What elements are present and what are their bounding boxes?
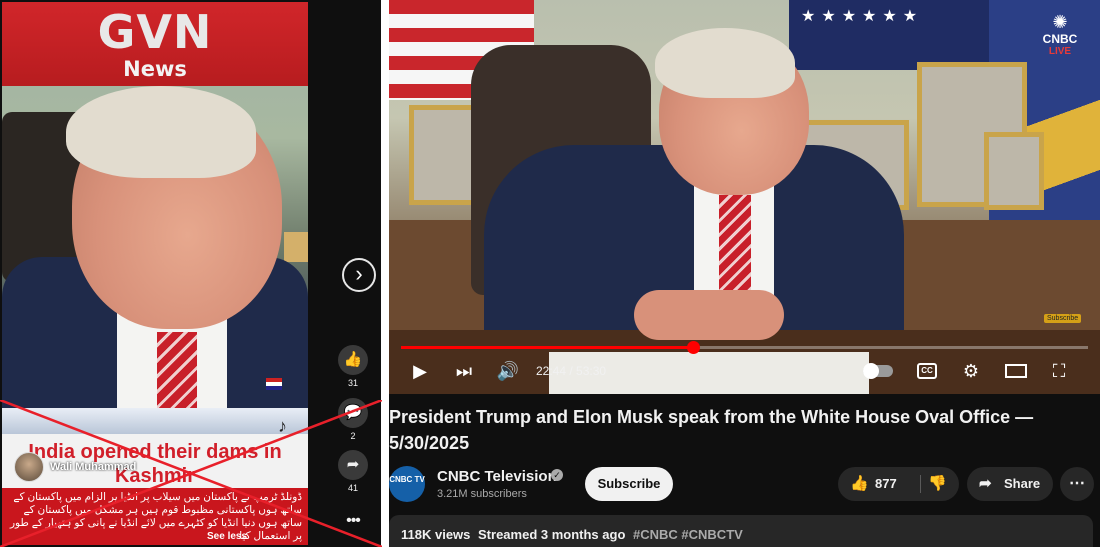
cnbc-logo-text: CNBC (1042, 32, 1078, 46)
youtube-watch-page: ★★★★★★ ✺ CNBC LIVE Subscribe ▶ ⏭ 🔊 22:44… (389, 0, 1100, 547)
gear-icon: ⚙ (962, 361, 980, 381)
description-box[interactable]: 118K views Streamed 3 months ago #CNBC #… (389, 515, 1093, 547)
like-count[interactable]: 877 (875, 467, 897, 501)
photo-frame-graphic (284, 232, 308, 262)
progress-bar[interactable] (401, 341, 1088, 354)
skip-next-icon: ⏭ (455, 361, 473, 381)
subscriber-count: 3.21M subscribers (437, 488, 527, 500)
share-arrow-icon: ➦ (979, 475, 992, 492)
avatar[interactable] (14, 452, 44, 482)
like-button[interactable]: 👍 (338, 345, 368, 375)
time-display: 22:44 / 53:30 (536, 364, 607, 378)
short-video-panel: GVN News ♪ India opened their dams in Ka… (0, 0, 382, 547)
progress-fill (401, 346, 693, 349)
share-arrow-icon: ➦ (346, 456, 360, 473)
more-actions-button[interactable]: ⋯ (1060, 467, 1094, 501)
like-count: 31 (347, 378, 358, 388)
play-icon: ▶ (413, 361, 427, 381)
short-video-player[interactable]: GVN News ♪ India opened their dams in Ka… (2, 2, 308, 545)
thumbs-down-icon[interactable]: 👎 (928, 467, 947, 501)
stream-date: Streamed 3 months ago (478, 527, 626, 542)
verified-check-icon: ✓ (551, 469, 563, 481)
more-dots-icon: ⋯ (1069, 475, 1085, 492)
video-title: President Trump and Elon Musk speak from… (389, 407, 1034, 453)
thumbs-up-icon[interactable]: 👍 (850, 467, 869, 501)
screenshot-composite: GVN News ♪ India opened their dams in Ka… (0, 0, 1100, 547)
uploader-name[interactable]: Wali Muhammad (50, 461, 136, 473)
channel-avatar[interactable]: CNBC TV (389, 466, 425, 502)
subscribe-watermark[interactable]: Subscribe (1044, 314, 1082, 323)
share-button[interactable]: ➦ (338, 450, 368, 480)
view-count: 118K views (401, 527, 471, 542)
more-options-button[interactable]: ••• (340, 512, 366, 530)
gvn-news-banner: GVN News (2, 2, 308, 86)
play-button[interactable]: ▶ (407, 358, 433, 384)
urdu-caption: ڈونلڈ ٹرمپ نے پاکستان میں سیلاب پر انڈیا… (2, 488, 308, 545)
stars-graphic: ★★★★★★ (801, 8, 924, 25)
fullscreen-button[interactable]: ⛶ (1047, 358, 1071, 384)
see-less-link[interactable]: See less (207, 531, 247, 542)
share-button[interactable]: ➦ Share (967, 467, 1053, 501)
thumbs-up-icon: 👍 (343, 351, 363, 368)
share-label: Share (1004, 476, 1041, 491)
fullscreen-icon: ⛶ (1052, 361, 1066, 381)
lower-third-bar (2, 408, 308, 434)
flag-pin-graphic (266, 378, 282, 390)
like-dislike-group: 👍 877 👎 (838, 467, 959, 501)
captions-button[interactable]: CC (917, 363, 937, 379)
volume-icon: 🔊 (496, 361, 520, 381)
uploader-info[interactable]: Wali Muhammad (14, 452, 136, 482)
hair-graphic (66, 86, 256, 178)
comment-count: 2 (350, 431, 356, 441)
banner-title: GVN (97, 5, 213, 59)
autoplay-toggle[interactable] (863, 363, 893, 379)
theater-mode-button[interactable] (1005, 364, 1027, 378)
next-video-button[interactable]: › (342, 258, 376, 292)
subscribe-button[interactable]: Subscribe (585, 467, 673, 501)
banner-subtitle: News (123, 57, 187, 81)
next-button[interactable]: ⏭ (451, 358, 477, 384)
comment-icon: 💬 (343, 404, 363, 421)
peacock-icon: ✺ (1052, 12, 1068, 32)
cc-label: CC (921, 366, 933, 375)
tie-graphic (719, 195, 751, 305)
channel-row: CNBC TV CNBC Television ✓ 3.21M subscrib… (389, 464, 1100, 504)
cnbc-live-logo: ✺ CNBC LIVE (1033, 12, 1087, 58)
hands-graphic (634, 290, 784, 340)
video-meta: 118K views Streamed 3 months ago #CNBC #… (401, 527, 743, 542)
hashtags[interactable]: #CNBC #CNBCTV (633, 527, 743, 542)
mute-button[interactable]: 🔊 (495, 358, 521, 384)
channel-name[interactable]: CNBC Television (437, 468, 557, 485)
hair-graphic (655, 28, 795, 98)
video-player[interactable]: ★★★★★★ ✺ CNBC LIVE Subscribe ▶ ⏭ 🔊 22:44… (389, 0, 1100, 394)
live-label: LIVE (1048, 46, 1072, 57)
share-count: 41 (347, 483, 358, 493)
photo-frame-graphic (984, 132, 1044, 210)
divider (920, 475, 921, 493)
settings-button[interactable]: ⚙ (959, 358, 983, 384)
comment-button[interactable]: 💬 (338, 398, 368, 428)
scrubber-handle[interactable] (686, 341, 700, 354)
